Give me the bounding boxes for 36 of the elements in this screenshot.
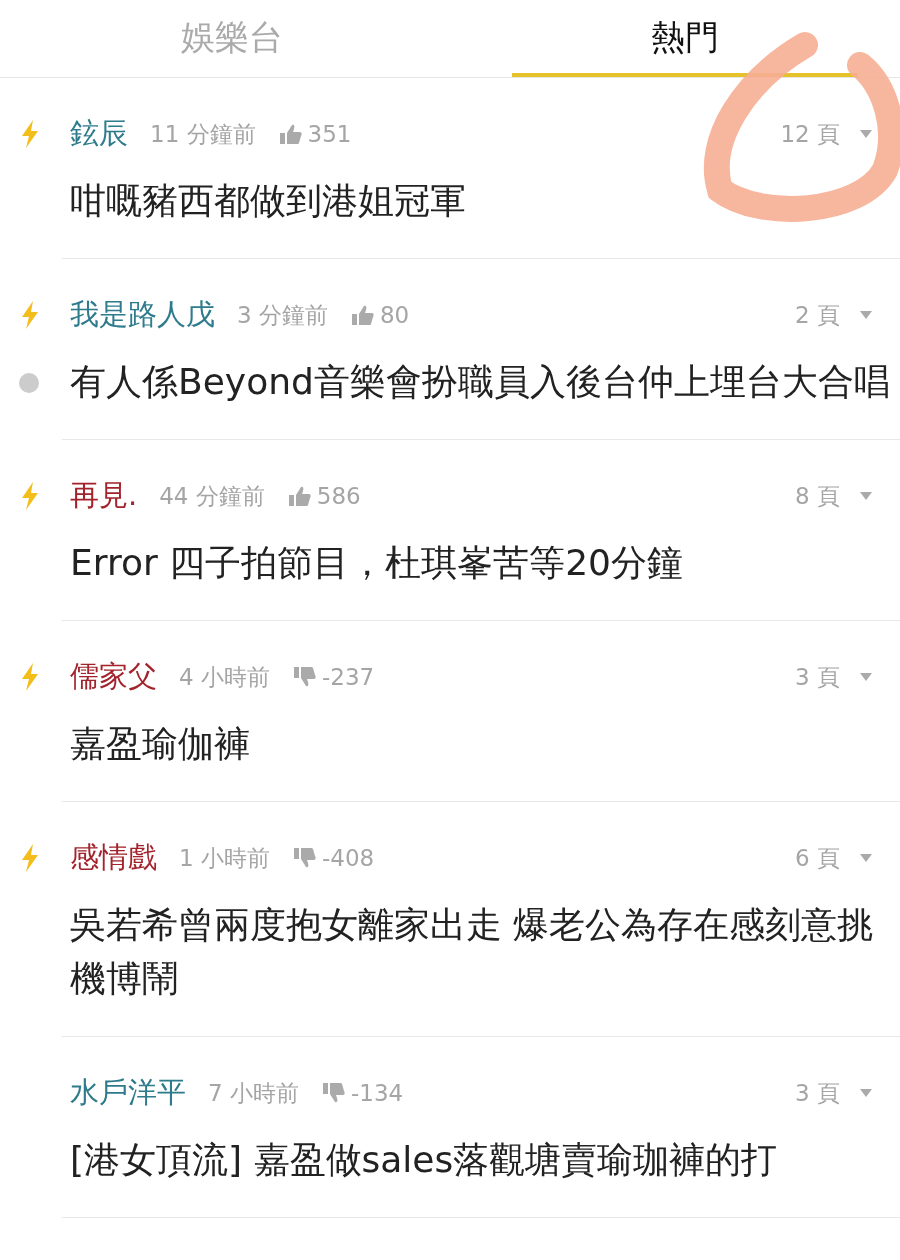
thread-title[interactable]: 吳若希曾兩度抱女離家出走 爆老公為存在感刻意挑機博鬧 <box>70 898 892 1006</box>
caret-icon[interactable] <box>860 1089 872 1097</box>
vote-score: 586 <box>316 483 361 509</box>
author-name[interactable]: 感情戲 <box>70 838 157 878</box>
vote-score: -134 <box>350 1080 404 1106</box>
post-time: 11 分鐘前 <box>150 119 256 149</box>
vote-score: -408 <box>321 845 375 871</box>
author-name[interactable]: 儒家父 <box>70 657 157 697</box>
thread-title[interactable]: 嘉盈瑜伽褲 <box>70 717 892 771</box>
caret-icon[interactable] <box>860 673 872 681</box>
vote-score: 80 <box>379 302 410 328</box>
caret-icon[interactable] <box>860 130 872 138</box>
author-name[interactable]: 水戶洋平 <box>70 1073 186 1113</box>
author-name[interactable]: 鉉辰 <box>70 114 128 154</box>
post-time: 3 分鐘前 <box>237 300 328 330</box>
thread-title[interactable]: [港女頂流] 嘉盈做sales落觀塘賣瑜珈褲的打 <box>70 1133 892 1187</box>
lightning-icon <box>20 663 40 691</box>
lightning-icon <box>20 120 40 148</box>
author-name[interactable]: 再見. <box>70 476 138 516</box>
post-time: 7 小時前 <box>208 1078 299 1108</box>
vote-score: -237 <box>321 664 375 690</box>
author-name[interactable]: 我是路人戊 <box>70 295 215 335</box>
lightning-icon <box>20 482 40 510</box>
thread-title[interactable]: 有人係Beyond音樂會扮職員入後台仲上埋台大合唱 <box>70 355 892 409</box>
caret-icon[interactable] <box>860 854 872 862</box>
post-time: 4 小時前 <box>179 662 270 692</box>
caret-icon[interactable] <box>860 492 872 500</box>
lightning-icon <box>20 844 40 872</box>
thread-title[interactable]: 咁嘅豬西都做到港姐冠軍 <box>70 174 892 228</box>
lightning-icon <box>20 301 40 329</box>
post-time: 44 分鐘前 <box>159 481 265 511</box>
vote-score: 351 <box>307 121 352 147</box>
post-time: 1 小時前 <box>179 843 270 873</box>
caret-icon[interactable] <box>860 311 872 319</box>
thread-title[interactable]: Error 四子拍節目，杜琪峯苦等20分鐘 <box>70 536 892 590</box>
tab[interactable]: 熱門 <box>512 0 858 77</box>
